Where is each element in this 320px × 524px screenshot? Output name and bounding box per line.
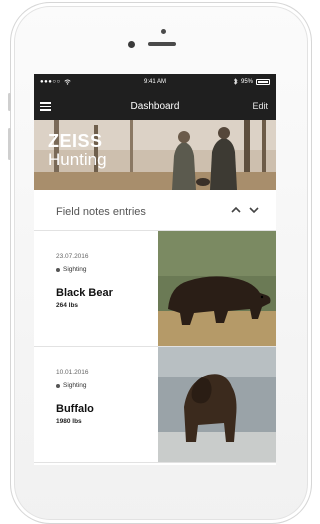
black-bear-photo	[158, 231, 276, 346]
animal-weight: 264 lbs	[56, 302, 79, 309]
silent-switch	[8, 93, 11, 111]
bullet-icon	[56, 267, 60, 272]
list-item[interactable]: 10.01.2016 Sighting Buffalo 1980 lbs	[34, 347, 276, 463]
chevron-up-icon[interactable]	[230, 205, 242, 215]
entry-type: Sighting	[56, 382, 154, 389]
entry-details: 10.01.2016 Sighting Buffalo 1980 lbs	[56, 369, 154, 425]
zeiss-hunting-logo: ZEISS Hunting	[48, 132, 107, 168]
entry-date: 23.07.2016	[56, 253, 89, 260]
battery-indicator: 95%	[233, 78, 270, 85]
field-notes-card: Field notes entries 23.07.2016 Sighting …	[34, 190, 276, 465]
volume-up-button	[8, 128, 11, 160]
buffalo-photo	[158, 347, 276, 462]
battery-percent: 95%	[240, 78, 253, 85]
page-title: Dashboard	[130, 101, 180, 112]
animal-name: Black Bear	[56, 287, 113, 299]
hero-banner: ZEISS Hunting	[34, 120, 276, 190]
battery-icon	[256, 78, 270, 85]
earpiece-speaker	[148, 42, 176, 46]
list-item[interactable]: 23.07.2016 Sighting Black Bear 264 lbs	[34, 231, 276, 347]
battery-fill	[258, 80, 268, 83]
field-notes-header: Field notes entries	[34, 190, 276, 231]
proximity-sensor	[161, 29, 166, 34]
edit-button[interactable]: Edit	[252, 101, 268, 111]
animal-weight: 1980 lbs	[56, 418, 82, 425]
entry-type: Sighting	[56, 266, 154, 273]
brand-subtitle: Hunting	[48, 150, 107, 169]
entry-type-label: Sighting	[63, 382, 87, 389]
entry-date: 10.01.2016	[56, 369, 89, 376]
entry-type-label: Sighting	[63, 266, 87, 273]
bullet-icon	[56, 383, 60, 388]
brand-name: ZEISS	[48, 131, 103, 151]
nav-bar: Dashboard Edit	[34, 92, 276, 120]
field-notes-title: Field notes entries	[56, 206, 146, 218]
front-camera	[128, 41, 135, 48]
animal-name: Buffalo	[56, 403, 94, 415]
bluetooth-icon	[233, 78, 238, 85]
status-bar: ●●●○○ 9:41 AM 95%	[34, 74, 276, 90]
app-screen: ●●●○○ 9:41 AM 95% Dashboard Edit ZEISS H…	[34, 74, 276, 465]
chevron-down-icon[interactable]	[248, 205, 260, 215]
entry-details: 23.07.2016 Sighting Black Bear 264 lbs	[56, 253, 154, 309]
